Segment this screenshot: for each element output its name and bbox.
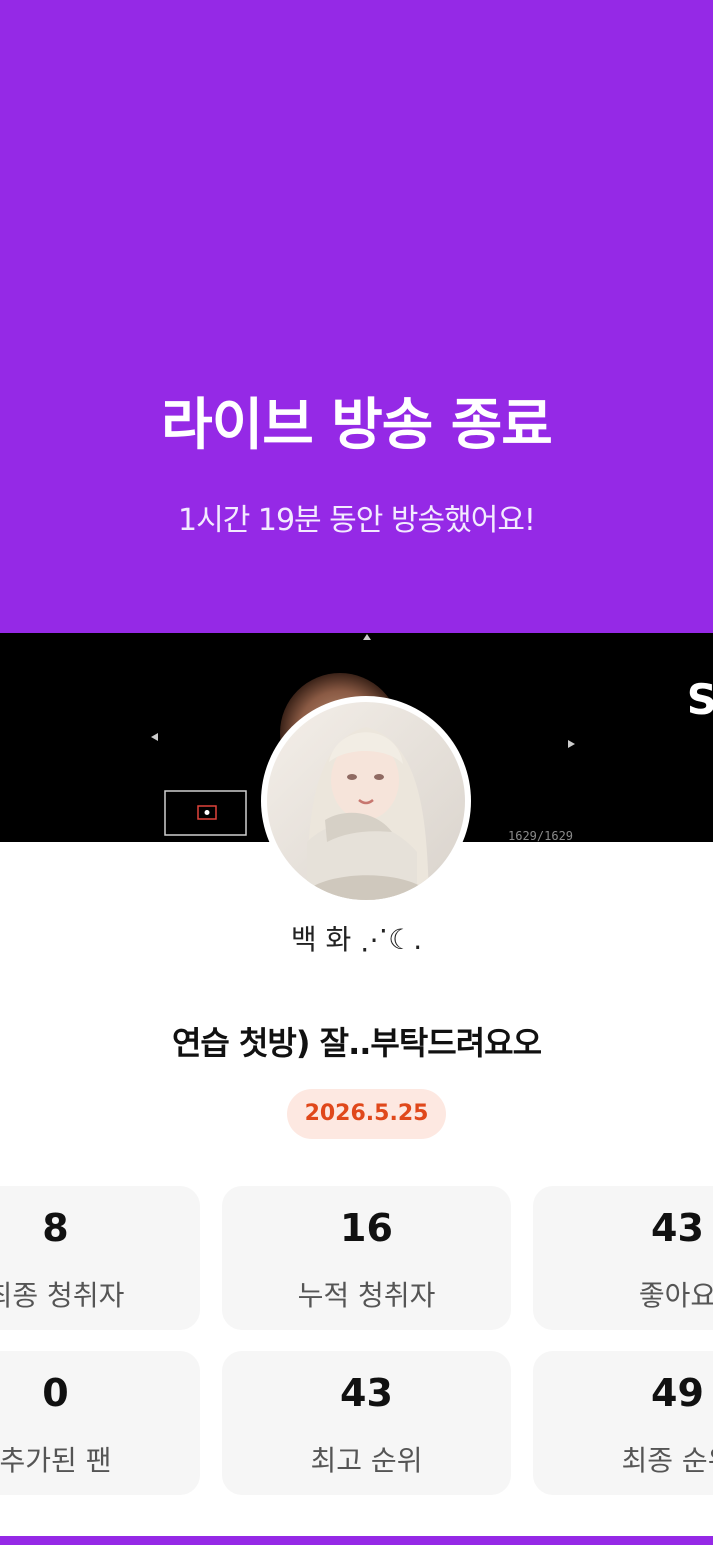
page-title: 라이브 방송 종료 xyxy=(161,393,553,458)
stat-card-final-rank: 49 최종 순위 xyxy=(533,1351,713,1495)
stat-card-best-rank: 43 최고 순위 xyxy=(222,1351,511,1495)
streamer-name: 백 화 ⋰☾. xyxy=(290,923,423,956)
stat-value: 49 xyxy=(651,1371,704,1415)
banner-edge-letter: S xyxy=(686,675,713,724)
bottom-action-bar[interactable] xyxy=(0,1536,713,1545)
stat-card-final-listeners: 8 최종 청취자 xyxy=(0,1186,200,1330)
right-arrow-icon xyxy=(568,740,575,748)
live-ended-screen: 라이브 방송 종료 1시간 19분 동안 방송했어요! S 1629/1629 xyxy=(0,0,713,1545)
stat-value: 8 xyxy=(42,1206,69,1250)
stat-value: 0 xyxy=(42,1371,69,1415)
up-arrow-icon xyxy=(363,634,371,640)
stat-value: 43 xyxy=(651,1206,704,1250)
stat-card-likes: 43 좋아요 xyxy=(533,1186,713,1330)
banner-counter: 1629/1629 xyxy=(508,829,574,842)
avatar[interactable] xyxy=(261,696,471,906)
broadcast-title: 연습 첫방) 잘..부탁드려요오 xyxy=(171,1024,542,1062)
avatar-image xyxy=(267,702,465,900)
stat-label: 누적 청취자 xyxy=(297,1279,436,1312)
stat-label: 최고 순위 xyxy=(310,1444,423,1477)
stat-value: 43 xyxy=(340,1371,393,1415)
live-ended-header: 라이브 방송 종료 1시간 19분 동안 방송했어요! xyxy=(0,0,713,633)
stat-label: 최종 순위 xyxy=(621,1444,713,1477)
stat-label: 좋아요 xyxy=(638,1279,713,1312)
stat-value: 16 xyxy=(340,1206,393,1250)
stat-card-new-fans: 0 추가된 팬 xyxy=(0,1351,200,1495)
stat-label: 최종 청취자 xyxy=(0,1279,125,1312)
broadcast-duration: 1시간 19분 동안 방송했어요! xyxy=(178,503,536,538)
left-arrow-icon xyxy=(151,733,158,741)
stat-label: 추가된 팬 xyxy=(0,1444,112,1477)
stat-card-total-listeners: 16 누적 청취자 xyxy=(222,1186,511,1330)
date-badge: 2026.5.25 xyxy=(287,1089,446,1139)
